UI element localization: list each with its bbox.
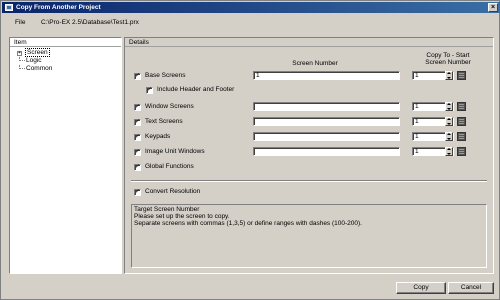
file-path: C:\Pro-EX 2.5\Database\Test1.prx — [41, 19, 139, 26]
copy-dialog: Copy From Another Project × File C:\Pro-… — [0, 0, 500, 300]
copy-button[interactable]: Copy — [396, 282, 446, 294]
help-text-title: Target Screen Number — [134, 206, 200, 213]
title-bar[interactable]: Copy From Another Project × — [2, 2, 500, 13]
keypads-checkbox[interactable]: ✓ — [134, 134, 141, 141]
details-separator — [131, 180, 487, 182]
text-screens-checkbox[interactable]: ✓ — [134, 119, 141, 126]
window-screens-keypad-icon[interactable] — [457, 102, 466, 111]
convert-resolution-label: Convert Resolution — [145, 188, 201, 195]
text-screens-number-input[interactable] — [253, 117, 400, 126]
tree-item-label[interactable]: Common — [26, 65, 52, 72]
base-screens-number-input[interactable]: 1 — [253, 71, 400, 80]
details-panel-header: Details — [125, 38, 493, 47]
text-screens-keypad-icon[interactable] — [457, 117, 466, 126]
window-screens-number-input[interactable] — [253, 102, 400, 111]
text-screens-label: Text Screens — [145, 118, 183, 125]
window-screens-spinner[interactable] — [445, 102, 453, 111]
item-tree: + Screen Logic Common — [10, 47, 121, 73]
tree-item-label[interactable]: Screen — [25, 48, 50, 57]
include-header-footer-checkbox[interactable]: ✓ — [146, 87, 153, 94]
copy-to-header-line2: Screen Number — [425, 59, 471, 66]
app-icon — [5, 4, 13, 11]
help-text-line: Separate screens with commas (1,3,5) or … — [134, 220, 362, 227]
screen-number-header: Screen Number — [292, 60, 338, 67]
global-functions-label: Global Functions — [145, 163, 194, 170]
window-screens-label: Window Screens — [145, 103, 194, 110]
text-screens-spinner[interactable] — [445, 117, 453, 126]
image-unit-windows-keypad-icon[interactable] — [457, 147, 466, 156]
close-button[interactable]: × — [488, 3, 498, 12]
keypads-label: Keypads — [145, 133, 171, 140]
base-screens-checkbox[interactable]: ✓ — [134, 73, 141, 80]
image-unit-windows-checkbox[interactable]: ✓ — [134, 149, 141, 156]
tree-item-logic[interactable]: Logic — [12, 57, 121, 65]
file-label: File — [15, 19, 26, 26]
item-panel-header: Item — [10, 38, 121, 47]
cancel-button[interactable]: Cancel — [448, 282, 494, 294]
base-screens-keypad-icon[interactable] — [457, 71, 466, 80]
tree-connector — [19, 65, 25, 69]
base-screens-spinner[interactable] — [445, 71, 453, 80]
window-title: Copy From Another Project — [16, 4, 101, 11]
image-unit-windows-spinner[interactable] — [445, 147, 453, 156]
keypads-keypad-icon[interactable] — [457, 132, 466, 141]
copy-to-header-line1: Copy To - Start — [426, 52, 470, 59]
window-screens-checkbox[interactable]: ✓ — [134, 104, 141, 111]
tree-connector — [19, 57, 25, 61]
help-text-box: Target Screen Number Please set up the s… — [131, 204, 487, 268]
item-panel: Item + Screen Logic Common — [9, 37, 122, 274]
tree-expand-icon[interactable]: + — [17, 51, 22, 56]
tree-item-label[interactable]: Logic — [26, 57, 42, 64]
include-header-footer-label: Include Header and Footer — [157, 86, 235, 93]
details-panel: Details Screen Number Copy To - Start Sc… — [124, 37, 494, 274]
convert-resolution-checkbox[interactable]: ✓ — [134, 189, 141, 196]
tree-item-common[interactable]: Common — [12, 65, 121, 73]
keypads-number-input[interactable] — [253, 132, 400, 141]
tree-item-screen[interactable]: + Screen — [12, 48, 121, 57]
base-screens-label: Base Screens — [145, 72, 186, 79]
image-unit-windows-label: Image Unit Windows — [145, 148, 205, 155]
help-text-line: Please set up the screen to copy. — [134, 213, 230, 220]
global-functions-checkbox[interactable]: ✓ — [134, 164, 141, 171]
image-unit-windows-number-input[interactable] — [253, 147, 400, 156]
keypads-spinner[interactable] — [445, 132, 453, 141]
